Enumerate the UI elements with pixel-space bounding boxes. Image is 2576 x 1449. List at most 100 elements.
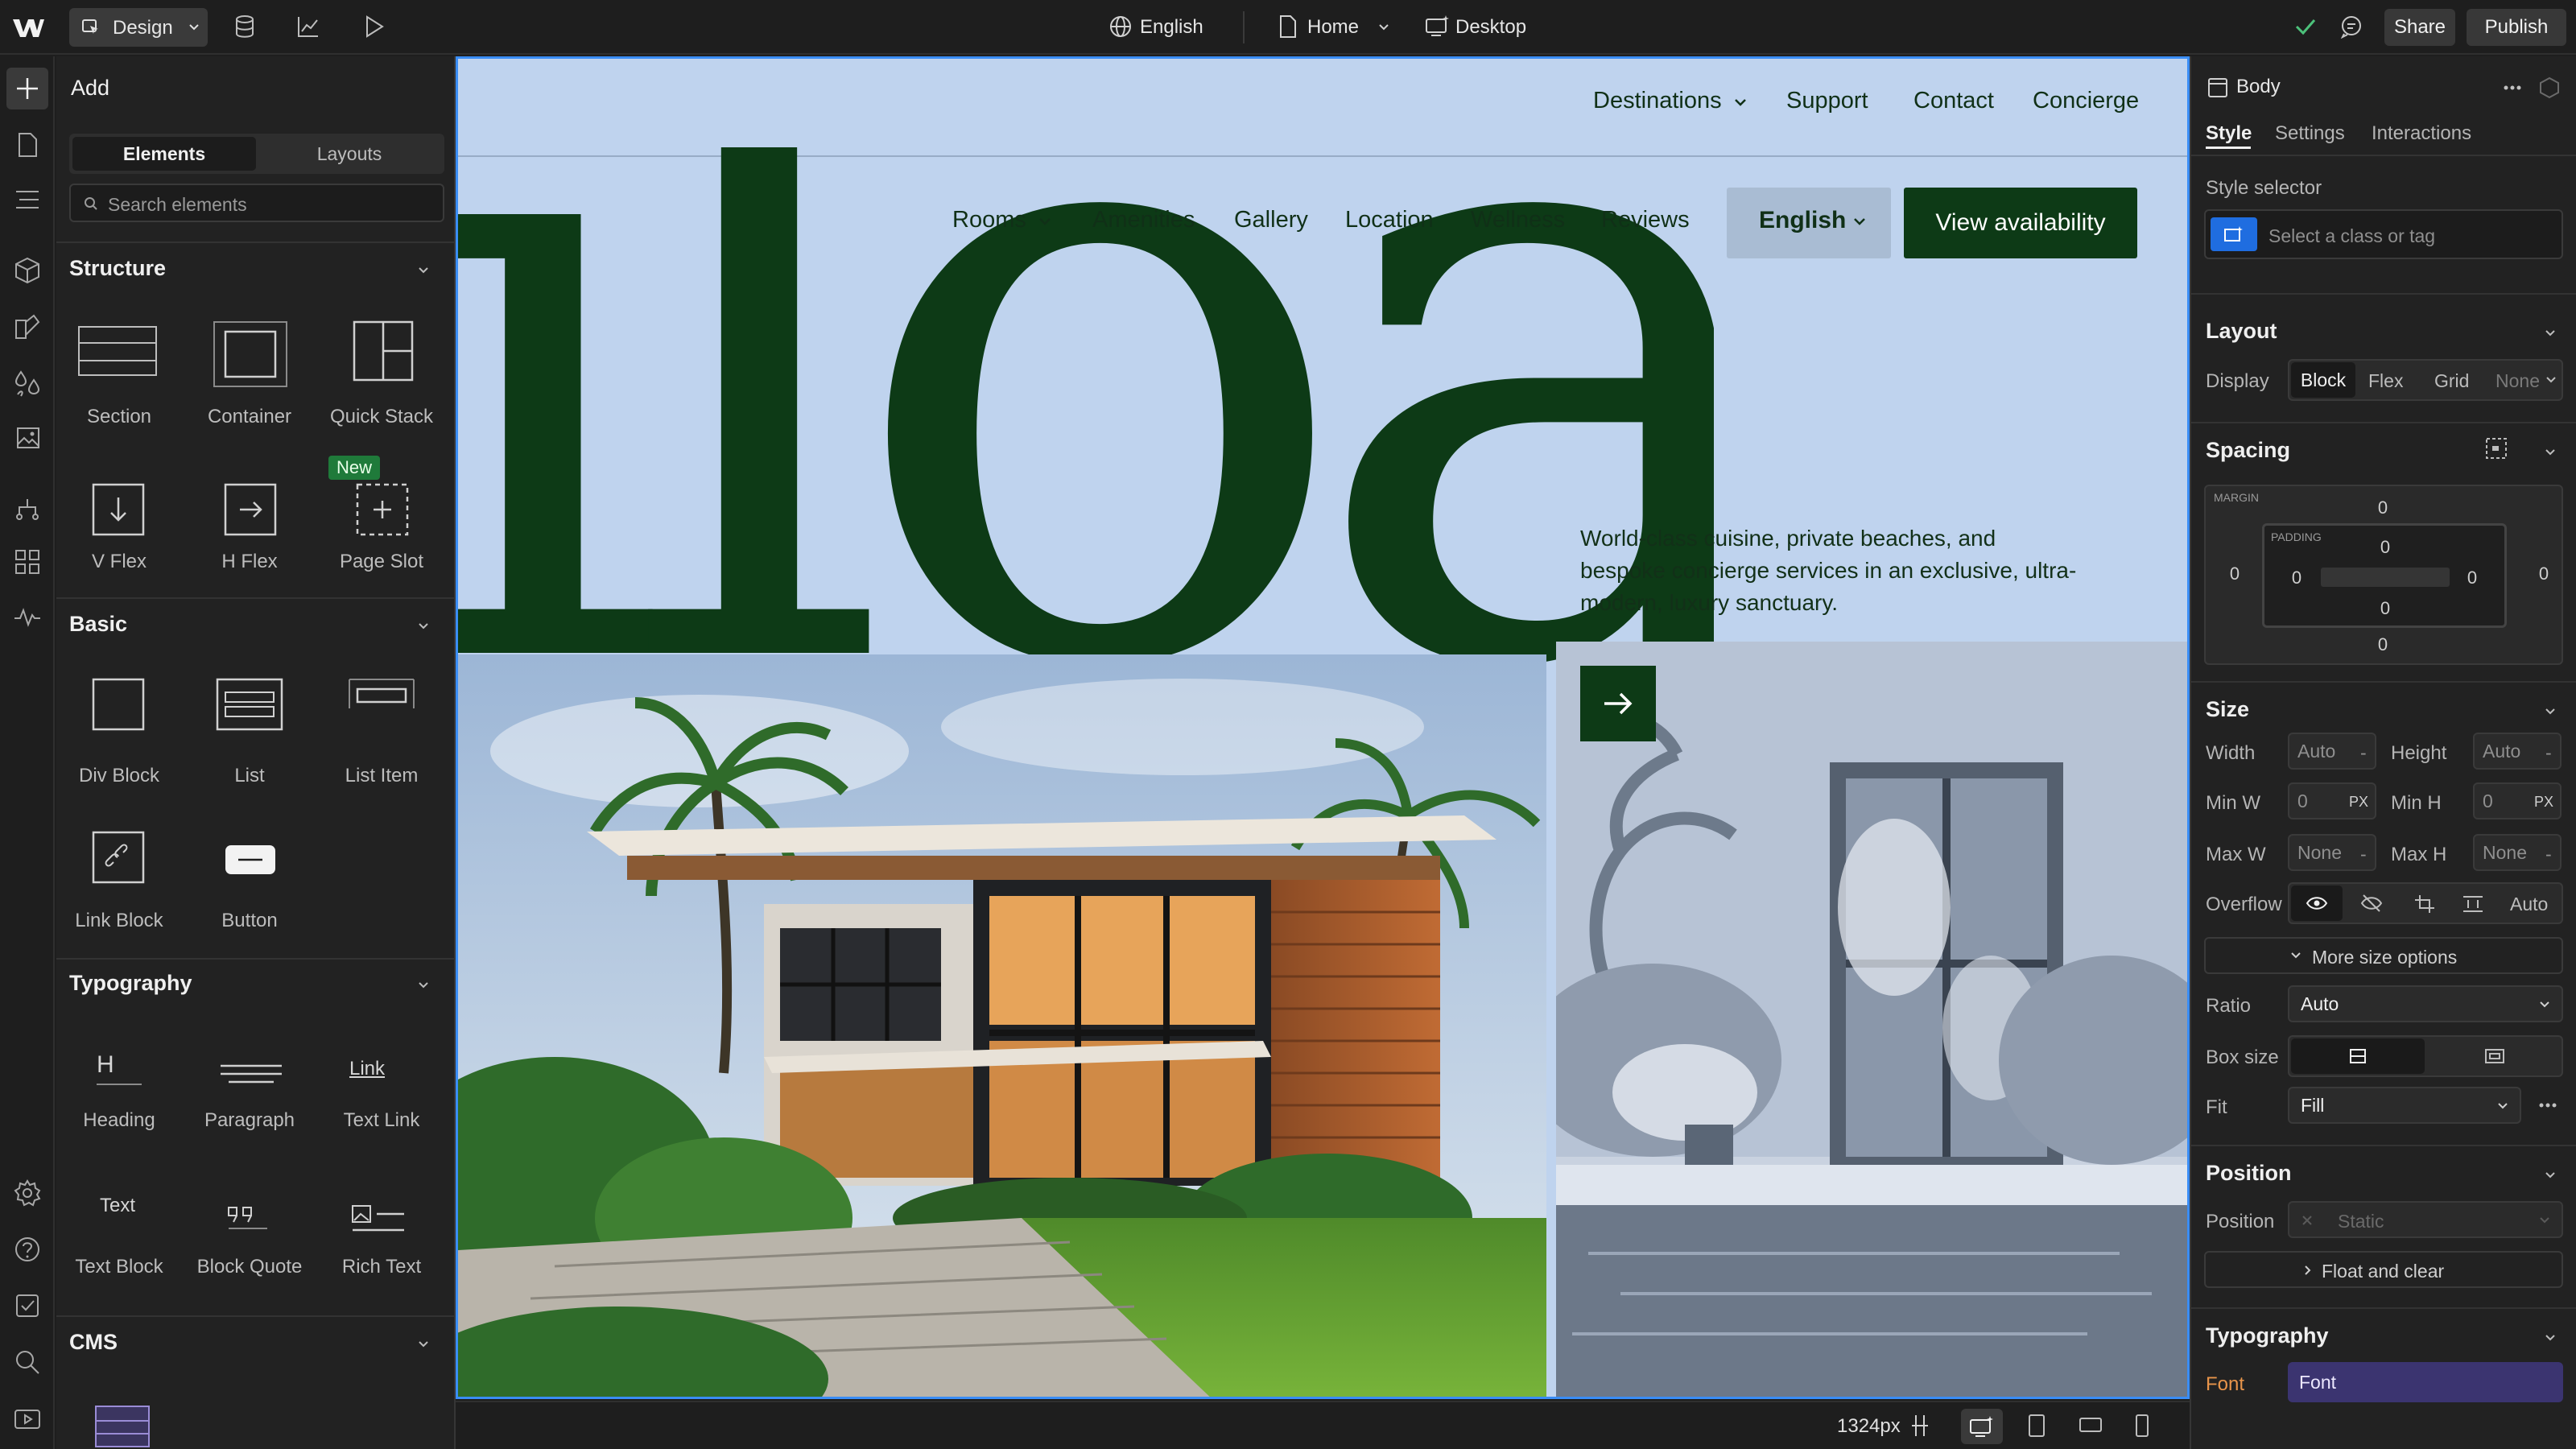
style-selector-input[interactable]: Select a class or tag — [2204, 209, 2563, 259]
tab-layouts[interactable]: Layouts — [258, 137, 441, 171]
v-flex-element[interactable] — [74, 469, 163, 549]
components-icon[interactable] — [13, 256, 42, 285]
button-element[interactable] — [206, 813, 295, 894]
display-block-option[interactable]: Block — [2291, 362, 2355, 398]
collection-list-element[interactable] — [95, 1406, 150, 1447]
height-input[interactable]: Auto - — [2473, 733, 2562, 770]
max-height-input[interactable]: None - — [2473, 834, 2562, 871]
logic-icon[interactable] — [13, 494, 42, 523]
audit-checklist-icon[interactable] — [13, 1291, 42, 1320]
heading-element[interactable]: H — [89, 1051, 153, 1108]
rich-text-element[interactable] — [351, 1204, 415, 1245]
max-width-input[interactable]: None - — [2288, 834, 2376, 871]
page-slot-element[interactable] — [338, 469, 427, 549]
help-icon[interactable] — [13, 1235, 42, 1264]
fit-select[interactable]: Fill — [2288, 1087, 2521, 1124]
nav-amenities[interactable]: Amenities — [1092, 207, 1195, 233]
max-height-unit[interactable]: - — [2545, 844, 2552, 865]
nav-gallery[interactable]: Gallery — [1234, 207, 1308, 233]
tab-settings[interactable]: Settings — [2275, 122, 2345, 145]
display-flex-option[interactable]: Flex — [2368, 370, 2403, 392]
tab-elements[interactable]: Elements — [72, 137, 256, 171]
nav-support[interactable]: Support — [1786, 88, 1868, 114]
mobile-landscape-icon[interactable] — [2079, 1415, 2103, 1435]
chevron-down-icon[interactable] — [1378, 23, 1389, 32]
share-button[interactable]: Share — [2384, 9, 2455, 46]
paragraph-element[interactable] — [219, 1061, 283, 1101]
width-unit[interactable]: - — [2360, 742, 2367, 764]
search-elements-input[interactable]: Search elements — [69, 184, 444, 222]
resize-handle-icon[interactable] — [1909, 1414, 1930, 1438]
video-tutorials-icon[interactable] — [13, 1404, 42, 1433]
overflow-visible-option[interactable] — [2291, 886, 2343, 921]
language-button[interactable]: English — [1727, 188, 1891, 258]
nav-location[interactable]: Location — [1345, 207, 1434, 233]
assets-icon[interactable] — [13, 423, 42, 452]
display-grid-option[interactable]: Grid — [2434, 370, 2469, 392]
chevron-down-icon[interactable] — [2542, 1330, 2558, 1346]
margin-top-value[interactable]: 0 — [2367, 497, 2399, 518]
pages-icon[interactable] — [13, 130, 42, 159]
chevron-down-icon[interactable] — [415, 977, 431, 993]
display-none-option[interactable]: None — [2496, 370, 2540, 392]
next-arrow-button[interactable] — [1580, 666, 1656, 741]
variables-icon[interactable] — [13, 369, 42, 398]
margin-bottom-value[interactable]: 0 — [2367, 634, 2399, 655]
clip-icon[interactable] — [2462, 894, 2484, 914]
max-width-unit[interactable]: - — [2360, 844, 2367, 865]
chevron-down-icon[interactable] — [2542, 704, 2558, 720]
font-select[interactable]: Font — [2288, 1362, 2563, 1402]
tab-style[interactable]: Style — [2206, 122, 2252, 145]
design-mode-button[interactable]: Design — [69, 8, 208, 47]
overflow-auto-option[interactable]: Auto — [2510, 894, 2548, 915]
more-options-icon[interactable] — [2537, 1095, 2558, 1116]
chevron-down-icon[interactable] — [2542, 1167, 2558, 1183]
margin-left-value[interactable]: 0 — [2219, 564, 2251, 584]
list-element[interactable] — [206, 668, 295, 749]
text-link-element[interactable]: Link — [349, 1051, 422, 1108]
settings-gear-icon[interactable] — [13, 1179, 42, 1208]
more-options-icon[interactable] — [2502, 77, 2523, 98]
locale-selector[interactable]: English — [1140, 16, 1203, 39]
comment-icon[interactable] — [2339, 14, 2363, 39]
height-unit[interactable]: - — [2545, 742, 2552, 764]
nav-contact[interactable]: Contact — [1913, 88, 1994, 114]
eye-off-icon[interactable] — [2360, 894, 2383, 913]
nav-wellness[interactable]: Wellness — [1471, 207, 1565, 233]
text-block-element[interactable]: Text — [97, 1188, 161, 1236]
min-width-input[interactable]: 0 PX — [2288, 782, 2376, 819]
chevron-down-icon[interactable] — [415, 1336, 431, 1352]
div-block-element[interactable] — [74, 668, 163, 749]
add-panel-tab[interactable] — [6, 68, 48, 109]
chevron-down-icon[interactable] — [2542, 325, 2558, 341]
view-availability-button[interactable]: View availability — [1904, 188, 2137, 258]
desktop-view-button[interactable] — [1961, 1409, 2003, 1444]
search-icon[interactable] — [13, 1348, 42, 1377]
chevron-down-icon[interactable] — [415, 618, 431, 634]
more-size-options-button[interactable]: More size options — [2204, 937, 2563, 974]
analytics-icon[interactable] — [296, 14, 320, 39]
publish-button[interactable]: Publish — [2467, 9, 2566, 46]
width-input[interactable]: Auto - — [2288, 733, 2376, 770]
spacing-presets-icon[interactable] — [2484, 436, 2508, 460]
h-flex-element[interactable] — [206, 469, 295, 549]
quick-stack-element[interactable] — [338, 316, 427, 396]
nav-concierge[interactable]: Concierge — [2033, 88, 2139, 114]
container-element[interactable] — [206, 316, 295, 396]
ratio-select[interactable]: Auto — [2288, 985, 2563, 1022]
apps-icon[interactable] — [13, 547, 42, 576]
preview-play-icon[interactable] — [364, 14, 385, 39]
page-selector[interactable]: Home — [1307, 16, 1359, 39]
float-and-clear-button[interactable]: Float and clear — [2204, 1251, 2563, 1288]
navigator-icon[interactable] — [13, 185, 42, 214]
padding-top-value[interactable]: 0 — [2369, 537, 2401, 558]
section-element[interactable] — [74, 316, 163, 420]
nav-reviews[interactable]: Reviews — [1601, 207, 1690, 233]
margin-right-value[interactable]: 0 — [2528, 564, 2560, 584]
chevron-down-icon[interactable] — [2542, 444, 2558, 460]
list-item-element[interactable] — [338, 668, 427, 749]
cms-database-icon[interactable] — [233, 14, 256, 39]
nav-destinations[interactable]: Destinations — [1593, 88, 1722, 114]
min-height-unit[interactable]: PX — [2534, 794, 2553, 811]
link-block-element[interactable] — [74, 813, 163, 894]
